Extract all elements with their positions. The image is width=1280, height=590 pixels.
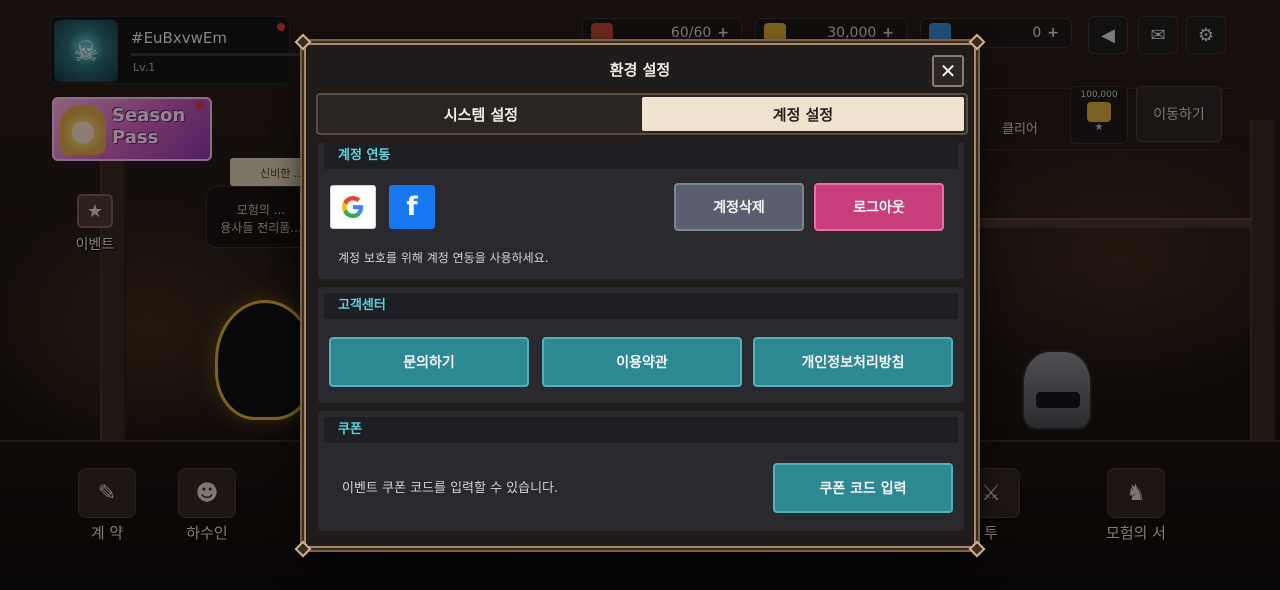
modal-title: 환경 설정 — [609, 61, 671, 79]
settings-tabs: 시스템 설정 계정 설정 — [316, 93, 968, 135]
facebook-login-button[interactable]: f — [389, 185, 435, 229]
close-button[interactable]: ✕ — [932, 55, 964, 87]
section-header: 계정 연동 — [324, 143, 958, 169]
settings-modal: 환경 설정 ✕ 시스템 설정 계정 설정 계정 연동 f 계정삭제 로그아웃 계… — [294, 33, 986, 558]
customer-center-section: 고객센터 문의하기 이용약관 개인정보처리방침 — [318, 287, 964, 403]
delete-account-button[interactable]: 계정삭제 — [674, 183, 804, 231]
account-link-section: 계정 연동 f 계정삭제 로그아웃 계정 보호를 위해 계정 연동을 사용하세요… — [318, 143, 964, 279]
google-logo-icon — [342, 196, 364, 218]
settings-content[interactable]: 계정 연동 f 계정삭제 로그아웃 계정 보호를 위해 계정 연동을 사용하세요… — [318, 143, 964, 536]
tab-system-settings[interactable]: 시스템 설정 — [320, 97, 642, 131]
section-header: 쿠폰 — [324, 417, 958, 443]
close-icon: ✕ — [939, 59, 957, 83]
tab-account-settings[interactable]: 계정 설정 — [642, 97, 964, 131]
terms-button[interactable]: 이용약관 — [542, 337, 742, 387]
coupon-description: 이벤트 쿠폰 코드를 입력할 수 있습니다. — [342, 481, 559, 496]
section-header: 고객센터 — [324, 293, 958, 319]
logout-button[interactable]: 로그아웃 — [814, 183, 944, 231]
facebook-logo-icon: f — [406, 192, 418, 222]
account-link-note: 계정 보호를 위해 계정 연동을 사용하세요. — [338, 251, 549, 265]
coupon-section: 쿠폰 이벤트 쿠폰 코드를 입력할 수 있습니다. 쿠폰 코드 입력 — [318, 411, 964, 531]
google-login-button[interactable] — [330, 185, 376, 229]
inquiry-button[interactable]: 문의하기 — [329, 337, 529, 387]
enter-coupon-button[interactable]: 쿠폰 코드 입력 — [773, 463, 953, 513]
privacy-policy-button[interactable]: 개인정보처리방침 — [753, 337, 953, 387]
